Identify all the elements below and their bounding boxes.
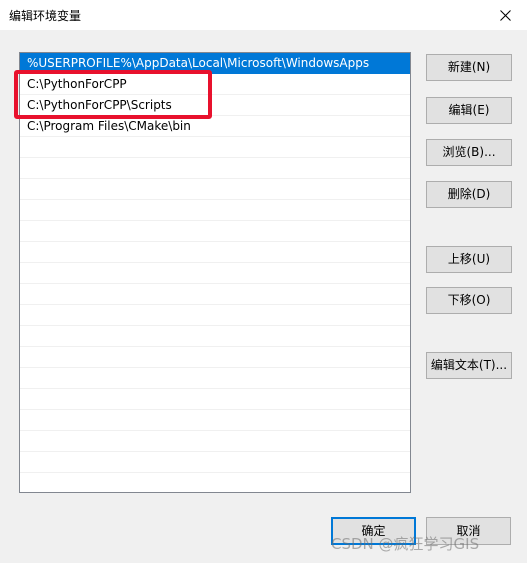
close-button[interactable] [483,0,527,30]
path-list-item[interactable]: %USERPROFILE%\AppData\Local\Microsoft\Wi… [20,53,410,74]
path-list-empty-row[interactable] [20,263,410,284]
cancel-button[interactable]: 取消 [426,517,511,545]
path-list-empty-row[interactable] [20,326,410,347]
path-list-empty-row[interactable] [20,368,410,389]
browse-button[interactable]: 浏览(B)... [426,139,512,166]
title-bar[interactable]: 编辑环境变量 [0,0,527,30]
path-list-empty-row[interactable] [20,179,410,200]
delete-button[interactable]: 删除(D) [426,181,512,208]
path-list[interactable]: %USERPROFILE%\AppData\Local\Microsoft\Wi… [19,52,411,493]
path-list-empty-row[interactable] [20,242,410,263]
path-list-empty-row[interactable] [20,473,410,492]
path-list-empty-row[interactable] [20,410,410,431]
edit-text-button[interactable]: 编辑文本(T)... [426,352,512,379]
path-list-empty-row[interactable] [20,431,410,452]
window-title: 编辑环境变量 [9,9,82,23]
path-list-empty-row[interactable] [20,452,410,473]
ok-button[interactable]: 确定 [331,517,416,545]
path-list-empty-row[interactable] [20,200,410,221]
path-list-item[interactable]: C:\PythonForCPP\Scripts [20,95,410,116]
path-list-item[interactable]: C:\PythonForCPP [20,74,410,95]
move-down-button[interactable]: 下移(O) [426,287,512,314]
path-list-empty-row[interactable] [20,137,410,158]
path-list-empty-row[interactable] [20,284,410,305]
path-list-empty-row[interactable] [20,305,410,326]
move-up-button[interactable]: 上移(U) [426,246,512,273]
edit-button[interactable]: 编辑(E) [426,97,512,124]
path-list-item[interactable]: C:\Program Files\CMake\bin [20,116,410,137]
new-button[interactable]: 新建(N) [426,54,512,81]
close-icon [499,9,511,21]
path-list-empty-row[interactable] [20,389,410,410]
path-list-empty-row[interactable] [20,221,410,242]
edit-env-var-dialog: 编辑环境变量 %USERPROFILE%\AppData\Local\Micro… [0,0,527,563]
path-list-empty-row[interactable] [20,158,410,179]
path-list-empty-row[interactable] [20,347,410,368]
